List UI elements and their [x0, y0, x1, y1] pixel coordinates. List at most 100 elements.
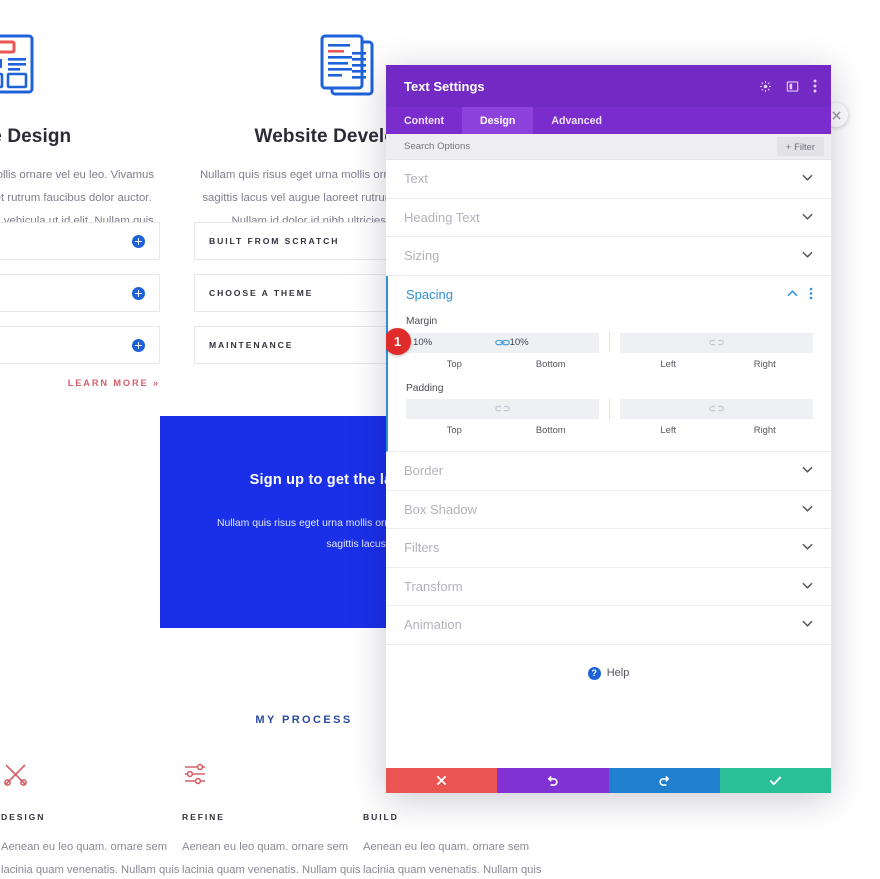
screenshot-root: Website Design Nullam quis risus eget ur… [0, 0, 880, 879]
chevron-down-icon [802, 173, 813, 184]
scissors-icon [1, 760, 181, 790]
section-transform[interactable]: Transform [386, 568, 831, 606]
padding-left-right-pair: Left Right [620, 399, 813, 435]
padding-top-bottom-pair: Top Bottom [406, 399, 599, 435]
process-title: BUILD [363, 812, 399, 822]
section-border[interactable]: Border [386, 452, 831, 491]
margin-right-cell: Right [716, 332, 813, 369]
padding-left-input[interactable] [620, 399, 717, 419]
filter-button[interactable]: + Filter [776, 137, 824, 156]
section-label: Animation [404, 617, 462, 633]
sliders-icon [182, 760, 362, 790]
margin-top-caption: Top [446, 357, 462, 369]
move-target-icon[interactable] [759, 80, 772, 93]
section-header-controls [787, 287, 813, 303]
learn-more-link[interactable]: LEARN MORE » [0, 378, 160, 388]
padding-left-right-unlink-icon[interactable] [708, 402, 726, 416]
margin-quad: 1 Top [386, 328, 813, 369]
tab-design[interactable]: Design [462, 107, 534, 134]
margin-left-caption: Left [660, 357, 677, 369]
margin-left-right-unlink-icon[interactable] [708, 335, 726, 349]
margin-bottom-input[interactable] [502, 332, 599, 353]
chevron-down-icon [802, 465, 813, 476]
chevron-down-icon [802, 619, 813, 630]
padding-top-input[interactable] [406, 399, 503, 419]
section-animation[interactable]: Animation [386, 606, 831, 645]
chevron-up-icon[interactable] [787, 289, 798, 300]
margin-bottom-cell: Bottom [502, 332, 599, 369]
help-link[interactable]: ? Help [386, 645, 831, 680]
more-vertical-icon[interactable] [809, 287, 813, 303]
settings-panel-body: Text Heading Text Sizing Spacing Margin … [386, 160, 831, 768]
cancel-button[interactable] [386, 768, 498, 793]
margin-top-input[interactable] [406, 332, 503, 353]
accordion-item[interactable]: CONTENT STRATEGY [0, 326, 160, 364]
filter-label: Filter [794, 141, 815, 152]
search-input[interactable] [404, 141, 777, 152]
padding-left-cell: Left [620, 399, 717, 435]
plus-icon[interactable] [132, 234, 145, 248]
padding-right-input[interactable] [716, 399, 813, 419]
section-label: Spacing [406, 287, 453, 303]
padding-bottom-cell: Bottom [502, 399, 599, 435]
card-title: Website Design [0, 126, 72, 147]
section-label: Border [404, 463, 444, 479]
modal-tabs: Content Design Advanced [386, 107, 831, 134]
newspaper-layout-icon [0, 28, 160, 120]
quad-divider [609, 398, 610, 419]
modal-action-bar [386, 768, 831, 793]
padding-right-cell: Right [716, 399, 813, 435]
section-spacing: Spacing Margin 1 10% Top 10% Bottom Left… [386, 275, 831, 452]
undo-button[interactable] [497, 768, 609, 793]
margin-top-cell: Top [406, 332, 503, 369]
text-settings-modal: Text Settings Content Design Advanced Se… [386, 65, 831, 793]
section-box-shadow[interactable]: Box Shadow [386, 491, 831, 529]
process-body: Aenean eu leo quam. ornare sem lacinia q… [363, 841, 542, 876]
plus-glyph: + [785, 141, 792, 152]
more-vertical-icon[interactable] [813, 79, 817, 93]
tab-advanced[interactable]: Advanced [533, 107, 620, 134]
accordion-item[interactable]: BRANDING & LOGO [0, 274, 160, 312]
modal-header: Text Settings [386, 65, 831, 107]
padding-bottom-input[interactable] [502, 399, 599, 419]
accordion-item[interactable]: WEBSITE DESIGN [0, 222, 160, 260]
redo-button[interactable] [608, 768, 720, 793]
section-label: Transform [404, 578, 463, 594]
panel-layout-icon[interactable] [786, 80, 799, 93]
padding-label: Padding [406, 382, 444, 394]
process-title: DESIGN [1, 812, 46, 822]
section-spacing-header[interactable]: Spacing [388, 276, 831, 315]
padding-top-caption: Top [446, 424, 462, 435]
margin-label: Margin [406, 316, 438, 327]
padding-top-bottom-unlink-icon[interactable] [494, 402, 512, 416]
chevron-down-icon [802, 504, 813, 515]
margin-left-cell: Left [620, 332, 717, 369]
chevron-down-icon [802, 250, 813, 261]
margin-top-bottom-pair: 1 Top [386, 328, 599, 369]
chevron-down-icon [802, 212, 813, 223]
plus-icon[interactable] [132, 286, 145, 300]
accordion-label: MAINTENANCE [209, 340, 294, 350]
accordion-label: CHOOSE A THEME [209, 288, 314, 298]
section-label: Text [404, 171, 428, 187]
margin-left-input[interactable] [620, 332, 717, 353]
margin-right-input[interactable] [716, 332, 813, 353]
modal-title: Text Settings [404, 78, 485, 94]
padding-right-caption: Right [753, 424, 776, 435]
quad-divider [609, 332, 610, 352]
save-button[interactable] [719, 768, 831, 793]
section-heading-text[interactable]: Heading Text [386, 199, 831, 237]
margin-left-right-pair: Left Right [620, 332, 813, 369]
padding-bottom-caption: Bottom [535, 424, 566, 435]
plus-icon[interactable] [132, 338, 145, 352]
section-filters[interactable]: Filters [386, 529, 831, 568]
section-text[interactable]: Text [386, 160, 831, 199]
process-title: REFINE [182, 812, 225, 822]
section-sizing[interactable]: Sizing [386, 237, 831, 276]
search-row: + Filter [386, 134, 831, 160]
tab-content[interactable]: Content [386, 107, 462, 134]
help-icon: ? [587, 666, 601, 680]
padding-quad: Top Bottom Left Right [406, 398, 813, 435]
margin-right-caption: Right [753, 357, 776, 369]
margin-top-bottom-link-icon[interactable] [494, 335, 512, 349]
